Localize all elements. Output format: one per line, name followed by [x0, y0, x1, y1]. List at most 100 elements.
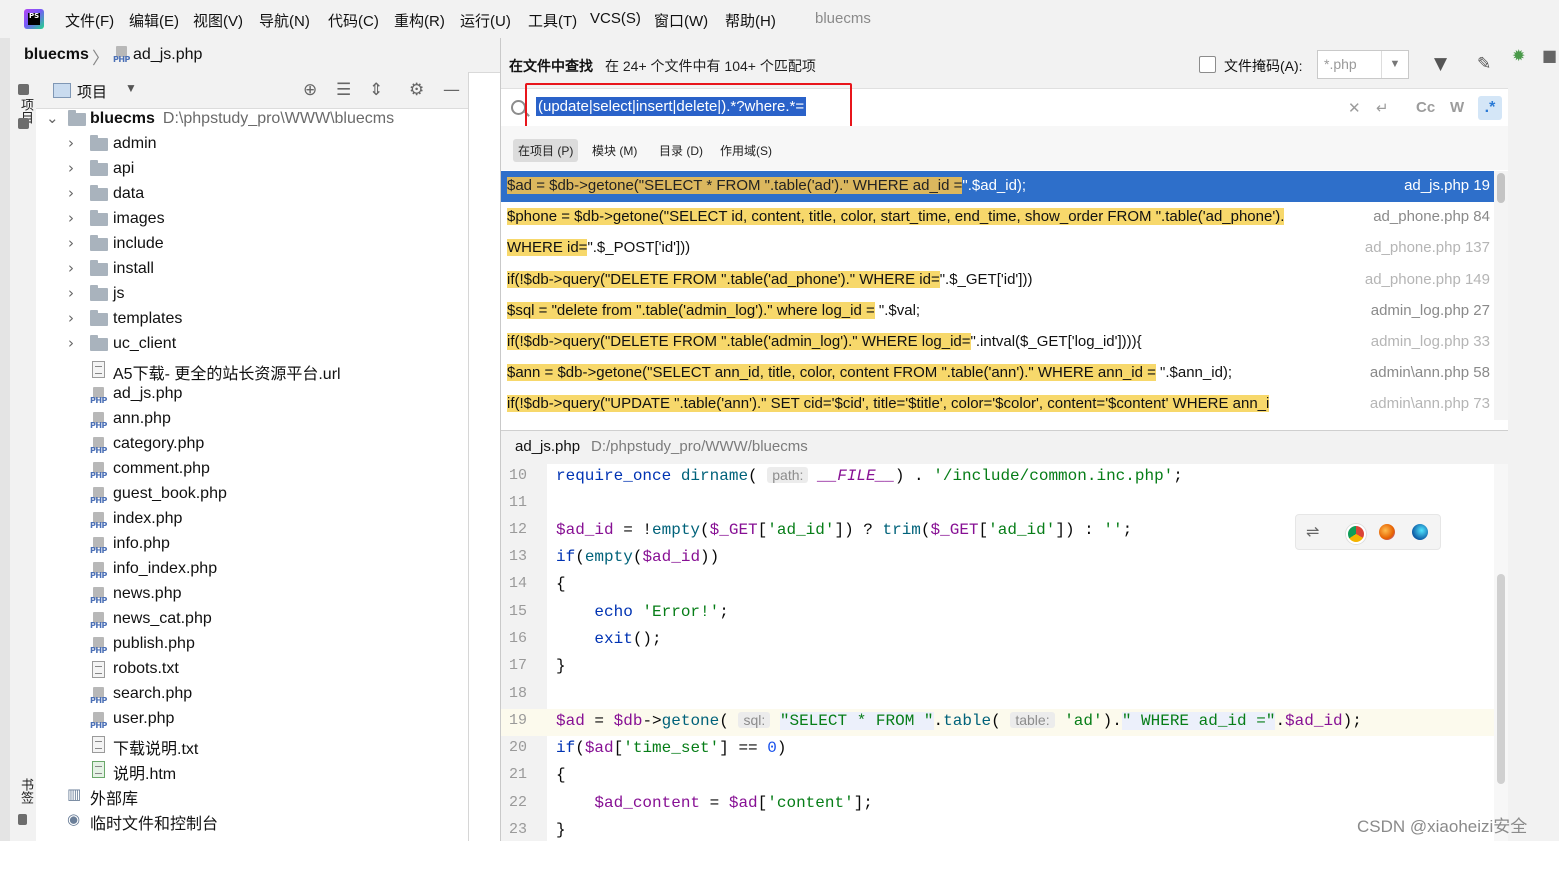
- tab-directory[interactable]: 目录 (D): [654, 139, 708, 162]
- tree-file[interactable]: PHP user.php: [36, 708, 468, 733]
- edge-icon[interactable]: [1412, 524, 1428, 540]
- tree-file[interactable]: PHP news_cat.php: [36, 608, 468, 633]
- menu-edit[interactable]: 编辑(E): [129, 10, 179, 31]
- tree-file[interactable]: PHP publish.php: [36, 633, 468, 658]
- php-file-icon: PHP: [90, 612, 108, 630]
- menu-tools[interactable]: 工具(T): [528, 10, 577, 31]
- filter-icon[interactable]: ▼: [1434, 54, 1447, 74]
- tab-scope[interactable]: 作用域(S): [715, 139, 777, 162]
- structure-tool-icon[interactable]: [18, 118, 29, 129]
- tree-file[interactable]: PHP news.php: [36, 583, 468, 608]
- phpstorm-logo-icon[interactable]: PS: [24, 9, 44, 29]
- results-scrollbar[interactable]: [1494, 171, 1508, 420]
- chevron-right-icon[interactable]: ›: [68, 184, 74, 202]
- tree-file[interactable]: robots.txt: [36, 658, 468, 683]
- tree-folder-admin[interactable]: › admin: [36, 133, 468, 158]
- tree-folder-data[interactable]: › data: [36, 183, 468, 208]
- firefox-icon[interactable]: [1379, 524, 1395, 540]
- result-row[interactable]: if(!$db->query("DELETE FROM ".table('ad_…: [501, 265, 1494, 296]
- tree-file[interactable]: PHP comment.php: [36, 458, 468, 483]
- whole-words-toggle[interactable]: W: [1450, 99, 1464, 116]
- result-row[interactable]: $phone = $db->getone("SELECT id, content…: [501, 202, 1494, 233]
- result-row[interactable]: WHERE id=".$_POST['id'])) ad_phone.php 1…: [501, 233, 1494, 264]
- menu-run[interactable]: 运行(U): [460, 10, 511, 31]
- regex-toggle[interactable]: .*: [1478, 96, 1502, 120]
- menu-help[interactable]: 帮助(H): [725, 10, 776, 31]
- file-mask-select[interactable]: *.php ▼: [1317, 50, 1409, 79]
- tree-root[interactable]: ⌄ bluecms D:\phpstudy_pro\WWW\bluecms: [36, 108, 468, 133]
- menu-file[interactable]: 文件(F): [65, 10, 114, 31]
- collapse-all-icon[interactable]: ⇕: [369, 80, 383, 100]
- breadcrumb-file[interactable]: ad_js.php: [133, 46, 202, 64]
- tree-file[interactable]: 说明.htm: [36, 758, 468, 783]
- tree-folder-api[interactable]: › api: [36, 158, 468, 183]
- chevron-right-icon[interactable]: ›: [68, 134, 74, 152]
- chrome-icon[interactable]: [1346, 524, 1366, 544]
- editor-scrollbar[interactable]: [1494, 464, 1508, 841]
- chevron-right-icon[interactable]: ›: [68, 209, 74, 227]
- tree-folder-install[interactable]: › install: [36, 258, 468, 283]
- tree-folder-templates[interactable]: › templates: [36, 308, 468, 333]
- bookmarks-tool-tab[interactable]: 书签: [17, 778, 36, 804]
- gear-icon[interactable]: ⚙: [409, 80, 424, 100]
- search-icon[interactable]: [511, 100, 526, 115]
- scrollbar-thumb[interactable]: [1497, 574, 1505, 784]
- soft-wrap-icon[interactable]: ⇌: [1306, 522, 1319, 541]
- menu-navigate[interactable]: 导航(N): [259, 10, 310, 31]
- locate-file-icon[interactable]: ⊕: [303, 80, 317, 100]
- stop-icon[interactable]: ■: [1542, 46, 1557, 65]
- bug-icon[interactable]: ✹: [1512, 46, 1525, 65]
- tree-file[interactable]: PHP guest_book.php: [36, 483, 468, 508]
- result-row[interactable]: if(!$db->query("DELETE FROM ".table('adm…: [501, 327, 1494, 358]
- chevron-right-icon[interactable]: ›: [68, 259, 74, 277]
- result-row[interactable]: $ann = $db->getone("SELECT ann_id, title…: [501, 358, 1494, 389]
- menu-vcs[interactable]: VCS(S): [590, 10, 641, 27]
- tree-folder-js[interactable]: › js: [36, 283, 468, 308]
- new-line-icon[interactable]: ↵: [1376, 99, 1389, 117]
- tree-file[interactable]: PHP ad_js.php: [36, 383, 468, 408]
- tree-external-libraries[interactable]: ▥ 外部库: [36, 783, 468, 808]
- project-tool-icon[interactable]: [18, 84, 29, 95]
- tree-scratches[interactable]: ◉ 临时文件和控制台: [36, 808, 468, 833]
- tree-file[interactable]: PHP index.php: [36, 508, 468, 533]
- chevron-right-icon[interactable]: ›: [68, 234, 74, 252]
- tree-file[interactable]: PHP category.php: [36, 433, 468, 458]
- result-row[interactable]: if(!$db->query("UPDATE ".table('ann')." …: [501, 389, 1494, 420]
- tree-folder-include[interactable]: › include: [36, 233, 468, 258]
- project-panel-title[interactable]: 项目: [77, 81, 107, 102]
- code-preview[interactable]: 10 require_once dirname( path: __FILE__)…: [501, 464, 1508, 841]
- file-mask-checkbox[interactable]: [1199, 56, 1216, 73]
- expand-all-icon[interactable]: ☰: [336, 80, 351, 100]
- hide-panel-icon[interactable]: —: [443, 80, 460, 100]
- menu-refactor[interactable]: 重构(R): [394, 10, 445, 31]
- scrollbar-thumb[interactable]: [1497, 173, 1505, 203]
- tree-folder-images[interactable]: › images: [36, 208, 468, 233]
- tree-file[interactable]: PHP info_index.php: [36, 558, 468, 583]
- result-row[interactable]: $sql = "delete from ".table('admin_log')…: [501, 296, 1494, 327]
- chevron-right-icon[interactable]: ›: [68, 159, 74, 177]
- tab-module[interactable]: 模块 (M): [587, 139, 642, 162]
- bookmark-icon[interactable]: [18, 814, 27, 825]
- breadcrumb-project[interactable]: bluecms: [24, 46, 89, 64]
- chevron-right-icon[interactable]: ›: [68, 284, 74, 302]
- chevron-down-icon[interactable]: ▼: [125, 81, 137, 95]
- menu-view[interactable]: 视图(V): [193, 10, 243, 31]
- tree-file[interactable]: PHP ann.php: [36, 408, 468, 433]
- clear-icon[interactable]: ✕: [1348, 99, 1361, 117]
- chevron-down-icon[interactable]: ⌄: [46, 109, 59, 127]
- result-row[interactable]: $ad = $db->getone("SELECT * FROM ".table…: [501, 171, 1494, 202]
- chevron-right-icon[interactable]: ›: [68, 334, 74, 352]
- result-rest: ".intval($_GET['log_id']))){: [970, 333, 1142, 350]
- chevron-down-icon[interactable]: ▼: [1381, 51, 1408, 78]
- tree-file[interactable]: PHP info.php: [36, 533, 468, 558]
- match-case-toggle[interactable]: Cc: [1416, 99, 1435, 116]
- tree-file[interactable]: PHP search.php: [36, 683, 468, 708]
- pin-icon[interactable]: ✎: [1477, 54, 1491, 74]
- tree-file[interactable]: A5下载- 更全的站长资源平台.url: [36, 358, 468, 383]
- tree-folder-uc-client[interactable]: › uc_client: [36, 333, 468, 358]
- tab-in-project[interactable]: 在项目 (P): [513, 139, 579, 162]
- menu-window[interactable]: 窗口(W): [654, 10, 708, 31]
- chevron-right-icon[interactable]: ›: [68, 309, 74, 327]
- tree-file[interactable]: 下载说明.txt: [36, 733, 468, 758]
- menu-code[interactable]: 代码(C): [328, 10, 379, 31]
